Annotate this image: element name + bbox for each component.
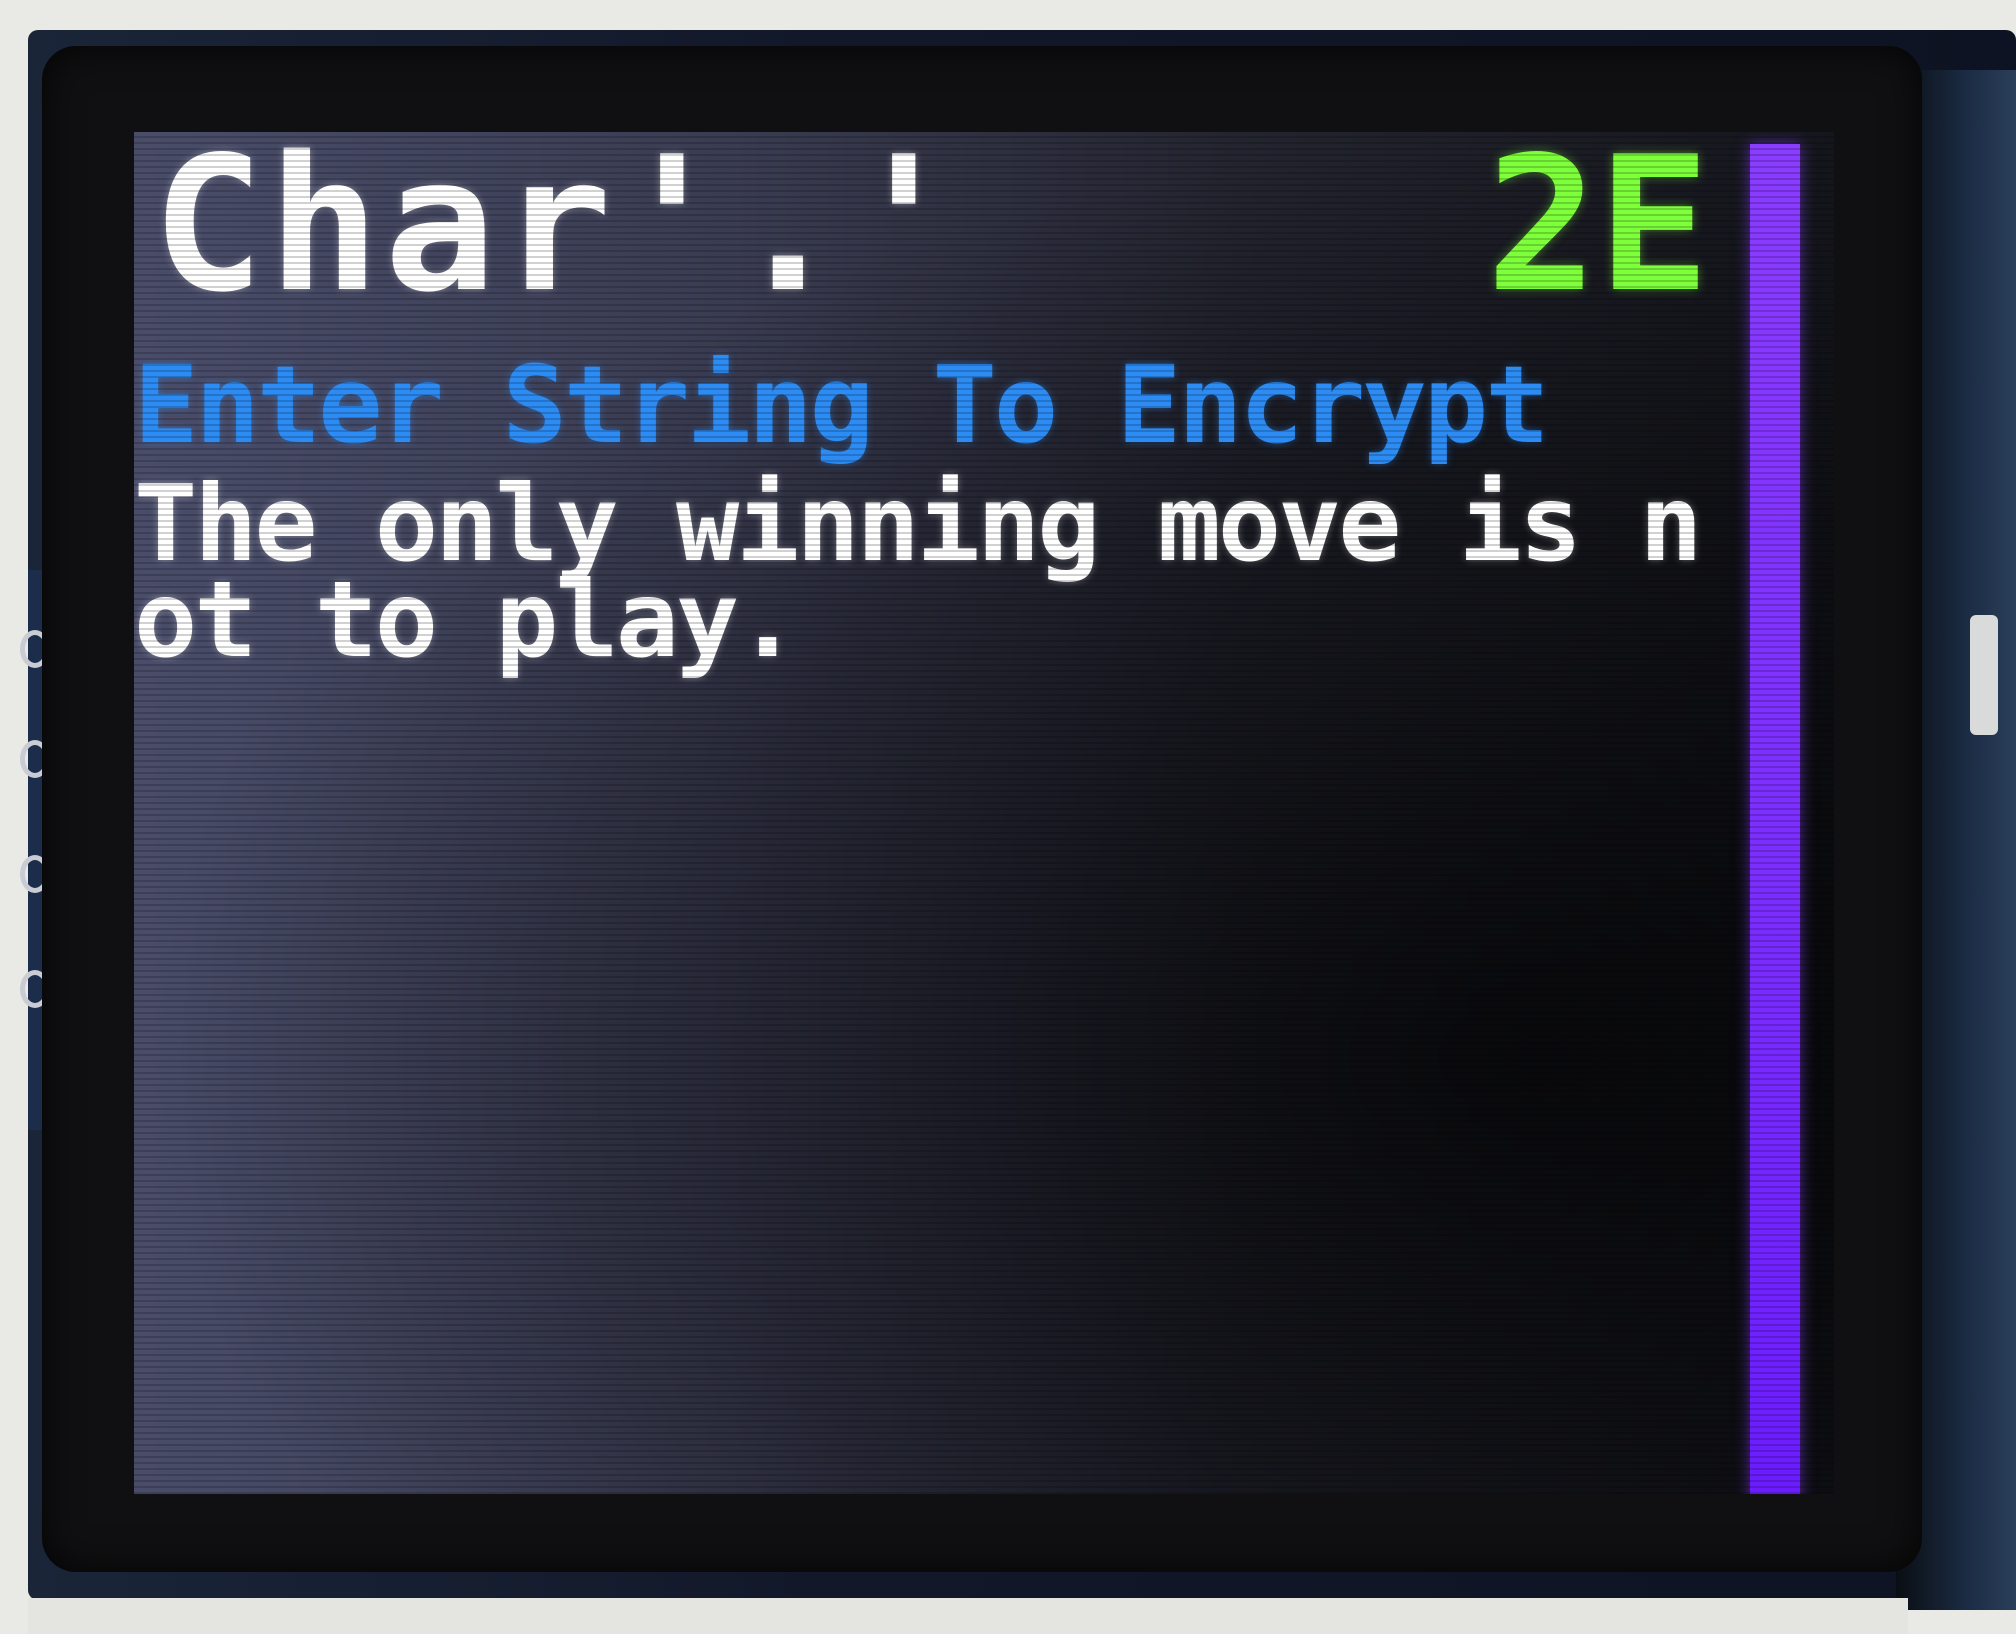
message-line: ot to play. — [134, 559, 799, 681]
input-prompt: Enter String To Encrypt — [134, 344, 1550, 468]
frame-bottom — [28, 1598, 1908, 1634]
level-bar-fill — [1750, 144, 1800, 1494]
screen-title: Char'.' — [152, 132, 964, 333]
message-text: The only winning move is n ot to play. — [134, 463, 1774, 681]
message-line: The only winning move is n — [134, 463, 1703, 585]
tft-display: Char'.' 2E Enter String To Encrypt The o… — [134, 132, 1834, 1494]
hex-value: 2E — [1486, 132, 1710, 333]
side-clip — [1970, 615, 1998, 735]
level-bar — [1750, 144, 1800, 1494]
